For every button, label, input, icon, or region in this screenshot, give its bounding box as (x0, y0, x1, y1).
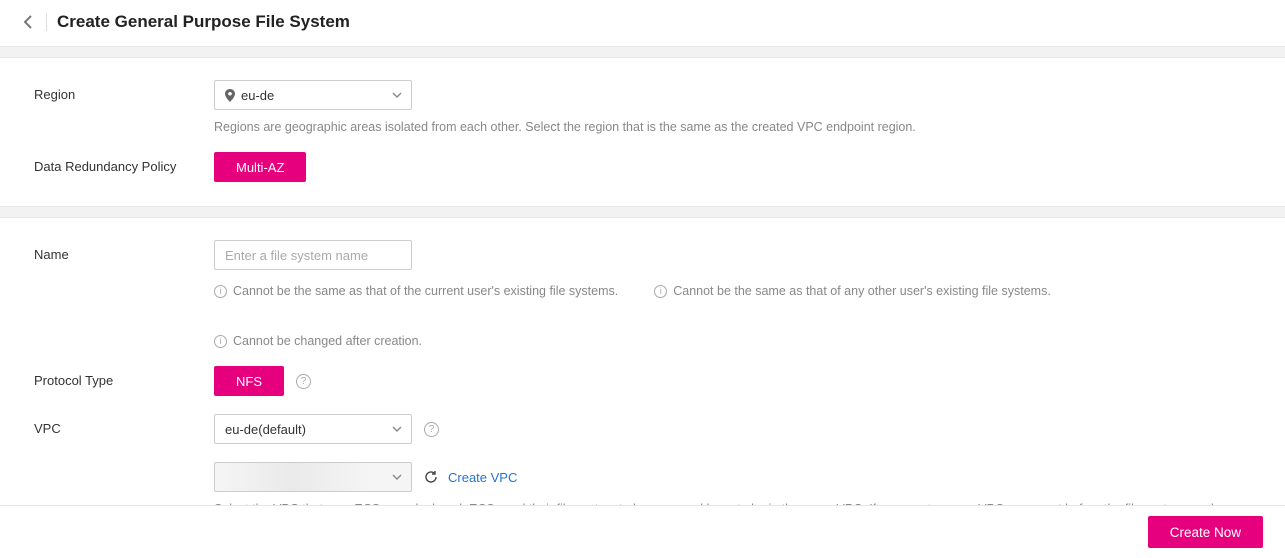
location-pin-icon (225, 89, 235, 102)
protocol-label: Protocol Type (34, 366, 214, 388)
region-select-value: eu-de (241, 88, 274, 103)
region-helper: Regions are geographic areas isolated fr… (214, 120, 1251, 134)
section-region-redundancy: Region eu-de Regions are geographic area… (0, 58, 1285, 206)
name-hint: i Cannot be changed after creation. (214, 334, 422, 348)
protocol-option-label: NFS (236, 374, 262, 389)
name-label: Name (34, 240, 214, 262)
create-vpc-link[interactable]: Create VPC (448, 470, 517, 485)
redundancy-label: Data Redundancy Policy (34, 152, 214, 174)
create-now-button[interactable]: Create Now (1148, 516, 1263, 548)
info-icon: i (654, 285, 667, 298)
footer-bar: Create Now (0, 505, 1285, 558)
help-icon[interactable]: ? (296, 374, 311, 389)
page-title: Create General Purpose File System (57, 12, 350, 32)
chevron-down-icon (392, 474, 402, 480)
redundancy-option-label: Multi-AZ (236, 160, 284, 175)
info-icon: i (214, 285, 227, 298)
vpc-label: VPC (34, 414, 214, 436)
section-gap (0, 46, 1285, 58)
create-now-label: Create Now (1170, 525, 1241, 540)
name-hint-text: Cannot be the same as that of the curren… (233, 284, 618, 298)
name-hint: i Cannot be the same as that of the curr… (214, 284, 618, 298)
region-label: Region (34, 80, 214, 102)
help-icon[interactable]: ? (424, 422, 439, 437)
info-icon: i (214, 335, 227, 348)
name-hint-text: Cannot be the same as that of any other … (673, 284, 1051, 298)
name-hint: i Cannot be the same as that of any othe… (654, 284, 1051, 298)
redundancy-option-multi-az[interactable]: Multi-AZ (214, 152, 306, 182)
vpc-select-value: eu-de(default) (225, 422, 306, 437)
vpc-select[interactable]: eu-de(default) (214, 414, 412, 444)
back-button[interactable] (18, 12, 38, 32)
region-select[interactable]: eu-de (214, 80, 412, 110)
protocol-option-nfs[interactable]: NFS (214, 366, 284, 396)
chevron-down-icon (392, 426, 402, 432)
chevron-down-icon (392, 92, 402, 98)
name-hint-text: Cannot be changed after creation. (233, 334, 422, 348)
header-separator (46, 13, 47, 31)
refresh-icon[interactable] (424, 470, 438, 484)
section-gap (0, 206, 1285, 218)
subnet-select[interactable] (214, 462, 412, 492)
name-input[interactable] (214, 240, 412, 270)
section-name-protocol-vpc: Name i Cannot be the same as that of the… (0, 218, 1285, 554)
chevron-left-icon (24, 15, 33, 29)
